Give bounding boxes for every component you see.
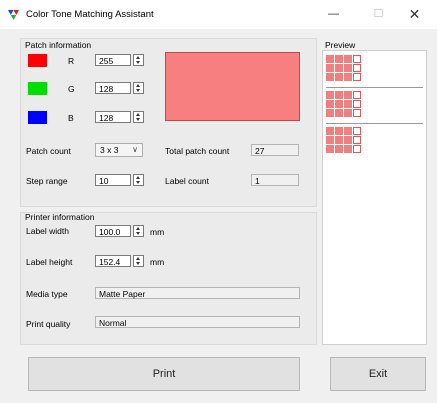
patch-cell xyxy=(353,100,361,108)
title-bar: Color Tone Matching Assistant — ☐ ✕ xyxy=(0,0,437,29)
patch-cell xyxy=(353,145,361,153)
patch-cell xyxy=(326,91,334,99)
print-button[interactable]: Print xyxy=(28,357,300,391)
patch-cell xyxy=(335,127,343,135)
close-button[interactable]: ✕ xyxy=(392,0,437,29)
patch-cell xyxy=(335,64,343,72)
patch-cell xyxy=(344,73,352,81)
patch-cell xyxy=(344,136,352,144)
patch-cell xyxy=(344,127,352,135)
patch-cell xyxy=(326,145,334,153)
patch-cell xyxy=(326,136,334,144)
patch-cell xyxy=(353,91,361,99)
label-width-label: Label width xyxy=(26,226,70,236)
step-range-spin-icon[interactable] xyxy=(133,174,144,186)
patch-cell xyxy=(344,91,352,99)
preview-sheet xyxy=(326,54,421,86)
patch-cell xyxy=(335,73,343,81)
media-type-field: Matte Paper xyxy=(95,287,300,299)
r-spin-icon[interactable] xyxy=(133,54,144,66)
exit-button[interactable]: Exit xyxy=(330,357,426,391)
patch-cell xyxy=(335,145,343,153)
patch-cell xyxy=(335,100,343,108)
preview-sheet xyxy=(326,126,421,158)
b-spin-icon[interactable] xyxy=(133,111,144,123)
label-width-input[interactable]: 100.0 xyxy=(95,225,131,237)
patch-cell xyxy=(326,109,334,117)
patch-info-label: Patch information xyxy=(25,40,92,50)
patch-cell xyxy=(344,100,352,108)
patch-cell xyxy=(344,55,352,63)
b-label: B xyxy=(68,113,74,123)
patch-cell xyxy=(344,109,352,117)
label-height-unit: mm xyxy=(150,257,165,267)
label-width-spin-icon[interactable] xyxy=(133,225,144,237)
green-swatch xyxy=(28,82,47,95)
printer-info-label: Printer information xyxy=(25,212,95,222)
minimize-button[interactable]: — xyxy=(311,0,356,29)
print-quality-label: Print quality xyxy=(26,319,71,329)
sheet-divider xyxy=(326,87,423,88)
label-height-input[interactable]: 152.4 xyxy=(95,255,131,267)
b-value-input[interactable]: 128 xyxy=(95,111,131,123)
step-range-label: Step range xyxy=(26,176,68,186)
patch-cell xyxy=(326,100,334,108)
r-label: R xyxy=(68,56,75,66)
preview-label: Preview xyxy=(325,40,356,50)
preview-sheet xyxy=(326,90,421,122)
media-type-label: Media type xyxy=(26,289,68,299)
patch-cell xyxy=(353,127,361,135)
total-patch-count-field: 27 xyxy=(251,144,299,156)
patch-cell xyxy=(353,136,361,144)
total-patch-count-label: Total patch count xyxy=(165,146,230,156)
label-count-label: Label count xyxy=(165,176,209,186)
label-height-label: Label height xyxy=(26,257,73,267)
chevron-down-icon: ∨ xyxy=(132,145,138,154)
label-width-unit: mm xyxy=(150,227,165,237)
patch-cell xyxy=(335,136,343,144)
print-quality-field: Normal xyxy=(95,316,300,328)
preview-panel xyxy=(322,50,427,345)
patch-count-value: 3 x 3 xyxy=(100,145,119,155)
patch-cell xyxy=(326,55,334,63)
patch-cell xyxy=(353,73,361,81)
label-count-field: 1 xyxy=(251,174,299,186)
label-height-spin-icon[interactable] xyxy=(133,255,144,267)
patch-count-dropdown[interactable]: 3 x 3 ∨ xyxy=(95,143,143,157)
patch-cell xyxy=(353,109,361,117)
patch-cell xyxy=(326,73,334,81)
g-label: G xyxy=(68,84,75,94)
patch-cell xyxy=(353,64,361,72)
patch-cell xyxy=(335,55,343,63)
sheet-divider xyxy=(326,123,423,124)
color-preview-box xyxy=(165,52,300,121)
blue-swatch xyxy=(28,111,47,124)
patch-cell xyxy=(344,64,352,72)
app-palette-icon xyxy=(8,10,19,20)
patch-cell xyxy=(326,127,334,135)
window-title: Color Tone Matching Assistant xyxy=(26,9,154,20)
patch-count-label: Patch count xyxy=(26,146,71,156)
patch-cell xyxy=(353,55,361,63)
r-value-input[interactable]: 255 xyxy=(95,54,131,66)
patch-cell xyxy=(335,91,343,99)
patch-cell xyxy=(326,64,334,72)
red-swatch xyxy=(28,54,47,67)
step-range-input[interactable]: 10 xyxy=(95,174,131,186)
g-spin-icon[interactable] xyxy=(133,82,144,94)
patch-cell xyxy=(335,109,343,117)
g-value-input[interactable]: 128 xyxy=(95,82,131,94)
patch-cell xyxy=(344,145,352,153)
